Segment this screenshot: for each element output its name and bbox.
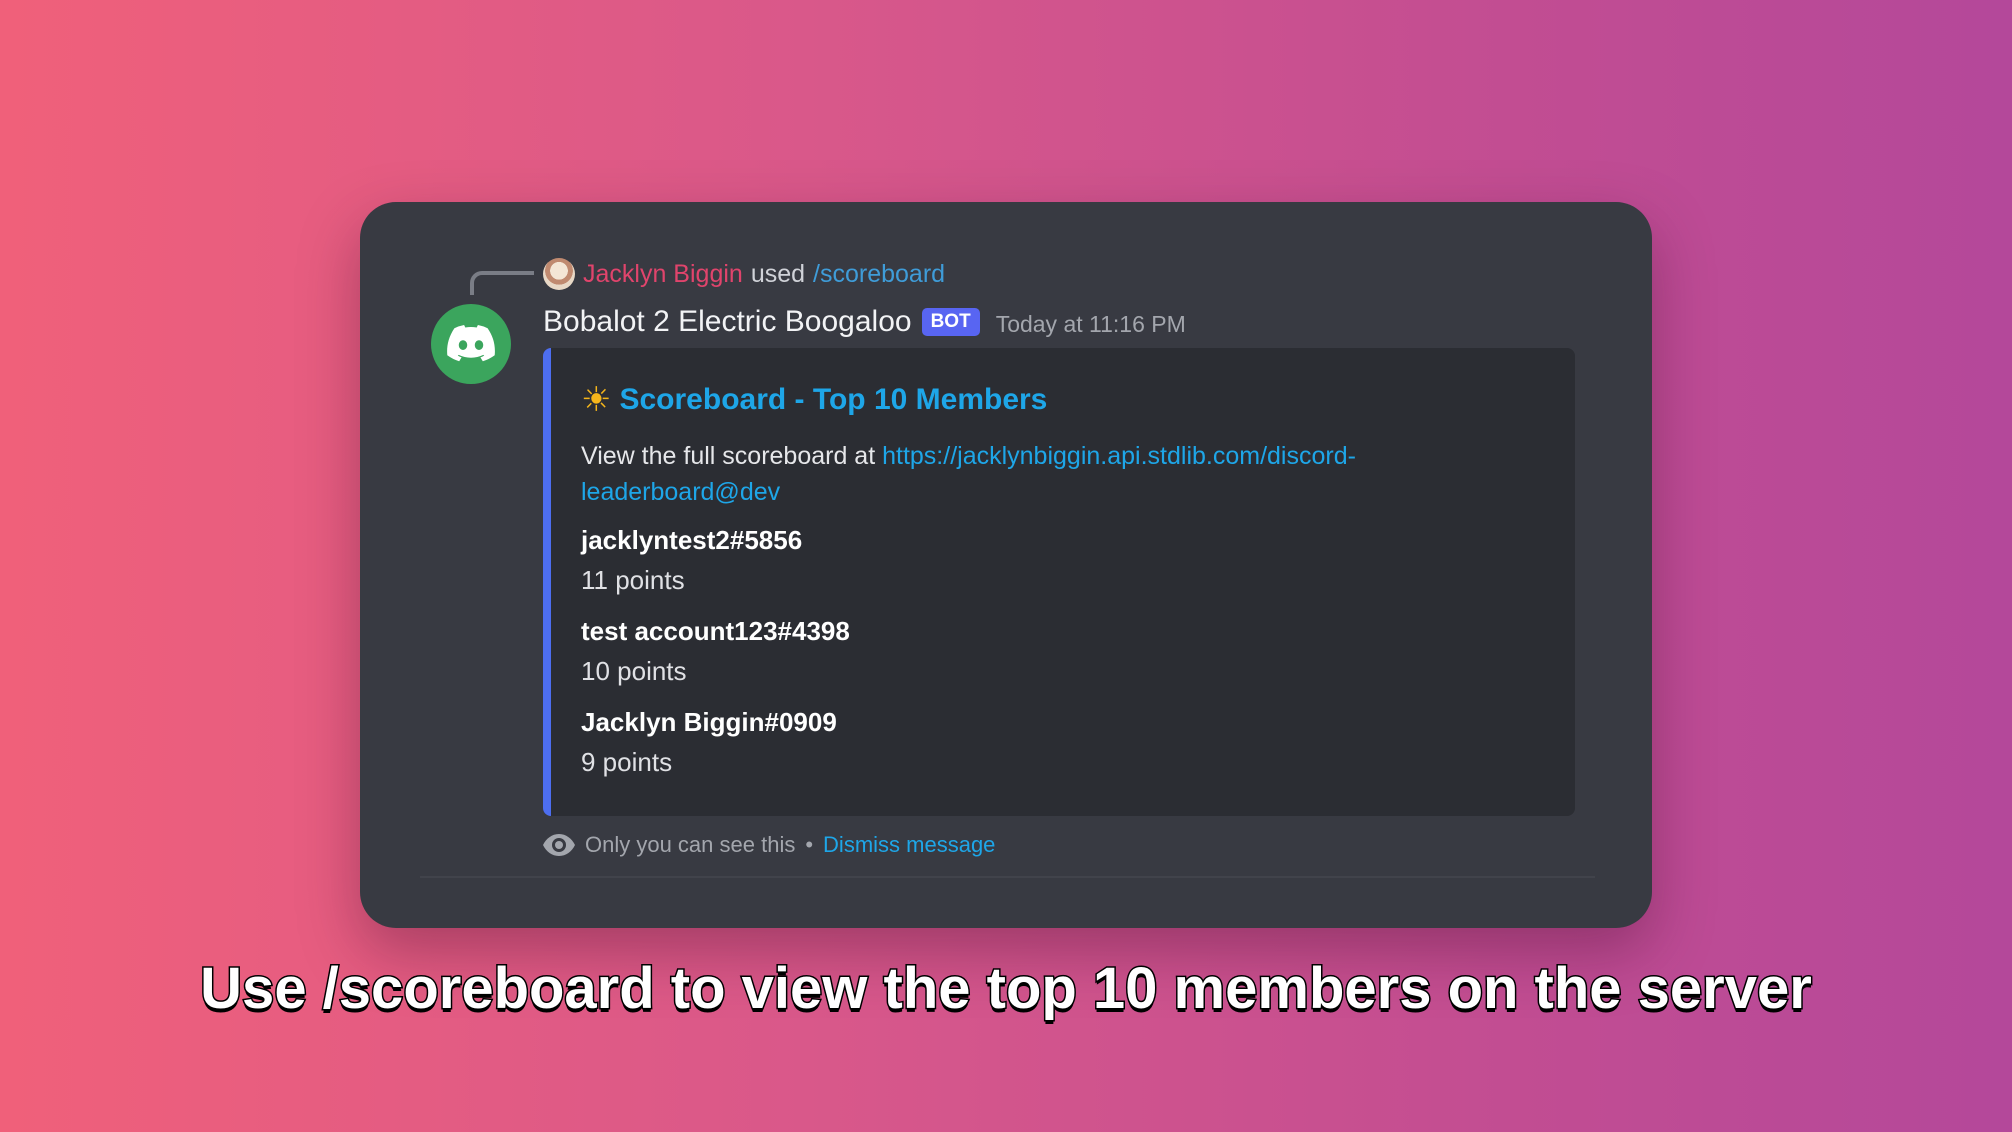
message-header: Bobalot 2 Electric Boogaloo BOT Today at… bbox=[543, 300, 1186, 344]
notice-text: Only you can see this bbox=[585, 832, 796, 857]
bot-username[interactable]: Bobalot 2 Electric Boogaloo bbox=[543, 305, 912, 339]
member-name: test account123#4398 bbox=[581, 616, 850, 646]
replier-avatar[interactable] bbox=[543, 258, 575, 290]
discord-logo-icon bbox=[447, 325, 495, 362]
notice-separator: • bbox=[805, 832, 814, 857]
embed-description: View the full scoreboard at https://jack… bbox=[581, 438, 1481, 510]
caption-text: Use /scoreboard to view the top 10 membe… bbox=[199, 955, 1814, 1023]
replier-name[interactable]: Jacklyn Biggin bbox=[583, 260, 743, 289]
member-points: 9 points bbox=[581, 747, 673, 777]
reply-connector bbox=[470, 271, 534, 295]
embed-title: ☀ Scoreboard - Top 10 Members bbox=[581, 380, 1047, 420]
message-timestamp[interactable]: Today at 11:16 PM bbox=[996, 307, 1186, 338]
slash-command-link[interactable]: /scoreboard bbox=[813, 260, 945, 289]
dismiss-message-link[interactable]: Dismiss message bbox=[823, 832, 995, 858]
member-name: jacklyntest2#5856 bbox=[581, 525, 803, 555]
embed-title-text[interactable]: Scoreboard - Top 10 Members bbox=[619, 383, 1047, 417]
ephemeral-notice: Only you can see this • Dismiss message bbox=[543, 832, 995, 858]
scoreboard-embed: ☀ Scoreboard - Top 10 Members View the f… bbox=[543, 348, 1575, 816]
member-entry: test account123#4398 10 points bbox=[581, 613, 850, 689]
bot-avatar[interactable] bbox=[431, 304, 511, 384]
bot-badge: BOT bbox=[921, 308, 980, 336]
member-points: 10 points bbox=[581, 656, 687, 686]
member-name: Jacklyn Biggin#0909 bbox=[581, 707, 837, 737]
reply-verb: used bbox=[750, 259, 806, 288]
member-entry: jacklyntest2#5856 11 points bbox=[581, 522, 802, 598]
eye-icon bbox=[543, 834, 575, 856]
description-text: View the full scoreboard at bbox=[581, 442, 883, 470]
member-points: 11 points bbox=[581, 565, 685, 595]
sun-icon: ☀ bbox=[581, 381, 612, 419]
message-divider bbox=[420, 876, 1595, 878]
member-entry: Jacklyn Biggin#0909 9 points bbox=[581, 704, 837, 780]
command-reply-context: Jacklyn Biggin used /scoreboard bbox=[543, 258, 945, 290]
